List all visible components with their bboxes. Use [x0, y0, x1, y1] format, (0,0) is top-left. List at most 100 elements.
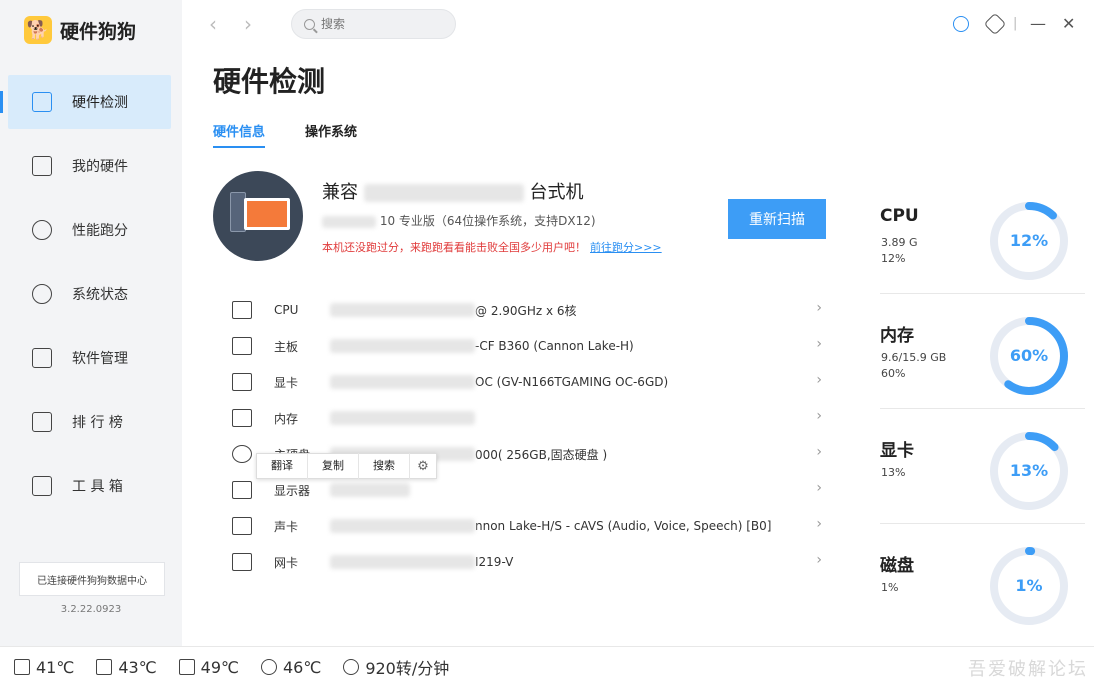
sidebar-item-label: 系统状态 [72, 287, 128, 303]
stat-name: 磁盘 [880, 556, 914, 576]
sidebar-item-hardware-detect[interactable]: 硬件检测 [0, 75, 171, 129]
cpu-icon [232, 301, 252, 319]
stat-name: 内存 [880, 326, 914, 346]
hardware-row-cpu[interactable]: CPU @ 2.90GHz x 6核 › [232, 292, 832, 328]
redacted-os [322, 215, 376, 228]
display-icon [232, 481, 252, 499]
sidebar-item-label: 我的硬件 [72, 159, 128, 175]
translate-menu-item[interactable]: 翻译 [257, 453, 308, 479]
benchmark-link[interactable]: 前往跑分>>> [590, 241, 662, 254]
copy-menu-item[interactable]: 复制 [308, 453, 359, 479]
ring-value: 60% [1009, 346, 1049, 365]
stat-line-1: 9.6/15.9 GB [881, 351, 947, 364]
disk-temp: 46℃ [260, 658, 321, 677]
benchmark-promo: 本机还没跑过分，来跑跑看看能击败全国多少用户吧！ 前往跑分>>> [322, 239, 662, 255]
settings-icon[interactable] [983, 12, 1007, 36]
memory-icon [232, 409, 252, 427]
pc-name-prefix: 兼容 [322, 182, 358, 203]
sidebar-item-label: 硬件检测 [72, 95, 128, 111]
hardware-value: I219-V [475, 555, 514, 569]
board-temp: 43℃ [96, 657, 157, 677]
rescan-button[interactable]: 重新扫描 [728, 199, 826, 239]
sidebar-item-ranking[interactable]: 排 行 榜 [8, 395, 171, 449]
chevron-right-icon: › [816, 516, 822, 532]
hardware-value: -CF B360 (Cannon Lake-H) [475, 339, 634, 353]
gear-icon[interactable]: ⚙ [410, 453, 436, 479]
hardware-label: 显卡 [274, 375, 299, 390]
ring-value: 13% [1009, 461, 1049, 480]
tab-os[interactable]: 操作系统 [305, 121, 357, 148]
selection-context-menu: 翻译 复制 搜索 ⚙ [256, 453, 437, 479]
sidebar-item-label: 工 具 箱 [72, 479, 123, 495]
temp-value: 41℃ [36, 657, 75, 677]
disk-icon [232, 445, 252, 463]
promo-text: 本机还没跑过分，来跑跑看看能击败全国多少用户吧！ [322, 241, 586, 254]
hardware-row-network[interactable]: 网卡 I219-V › [232, 544, 832, 580]
gauge-icon [32, 220, 52, 240]
tab-bar: 硬件信息 操作系统 [213, 121, 397, 148]
chevron-right-icon: › [816, 480, 822, 496]
status-footer: 41℃ 43℃ 49℃ 46℃ 920转/分钟 吾爱破解论坛 [0, 646, 1094, 687]
redacted-value [330, 339, 475, 353]
hardware-label: 内存 [274, 411, 299, 426]
pc-os: 10 专业版（64位操作系统，支持DX12) [322, 212, 596, 229]
connection-status: 已连接硬件狗狗数据中心 [19, 562, 165, 596]
minimize-button[interactable]: — [1030, 14, 1046, 33]
chevron-right-icon: › [816, 552, 822, 568]
sidebar: 🐕 硬件狗狗 硬件检测 我的硬件 性能跑分 系统状态 软件管理 排 行 榜 工 … [0, 0, 182, 646]
temp-value: 43℃ [118, 657, 157, 677]
close-button[interactable]: ✕ [1062, 14, 1075, 33]
temp-value: 49℃ [200, 657, 239, 677]
chevron-right-icon: › [816, 444, 822, 460]
stat-memory: 内存 9.6/15.9 GB 60% 60% [880, 309, 1085, 409]
sidebar-item-toolbox[interactable]: 工 具 箱 [8, 459, 171, 513]
hardware-row-sound[interactable]: 声卡 nnon Lake-H/S - cAVS (Audio, Voice, S… [232, 508, 832, 544]
pc-monitor-icon [244, 198, 290, 230]
hardware-value: OC (GV-N166TGAMING OC-6GD) [475, 375, 669, 389]
forward-button[interactable]: › [244, 12, 252, 36]
back-button[interactable]: ‹ [209, 12, 217, 36]
stat-line-1: 1% [881, 581, 899, 594]
stat-line-1: 3.89 G [881, 236, 918, 249]
hardware-row-memory[interactable]: 内存 › [232, 400, 832, 436]
page-title: 硬件检测 [213, 65, 326, 98]
stat-name: 显卡 [880, 441, 914, 461]
sidebar-item-software[interactable]: 软件管理 [8, 331, 171, 385]
dog-logo-icon: 🐕 [24, 16, 52, 44]
apps-grid-icon [32, 348, 52, 368]
tab-hardware-info[interactable]: 硬件信息 [213, 121, 266, 148]
sidebar-item-label: 软件管理 [72, 351, 128, 367]
sidebar-item-my-hardware[interactable]: 我的硬件 [8, 139, 171, 193]
search-input[interactable] [321, 17, 441, 31]
stat-line-1: 13% [881, 466, 906, 479]
hardware-row-gpu[interactable]: 显卡 OC (GV-N166TGAMING OC-6GD) › [232, 364, 832, 400]
hardware-label: 主板 [274, 339, 299, 354]
app-version: 3.2.22.0923 [60, 604, 122, 615]
fan-icon [343, 659, 360, 675]
redacted-value [330, 483, 410, 497]
chevron-right-icon: › [816, 372, 822, 388]
toolbox-icon [32, 476, 52, 496]
sidebar-item-label: 性能跑分 [72, 223, 128, 239]
stat-gpu: 显卡 13% 13% [880, 424, 1085, 524]
chevron-right-icon: › [816, 408, 822, 424]
hardware-label: 显示器 [274, 483, 311, 498]
user-icon[interactable] [953, 16, 969, 32]
hardware-row-motherboard[interactable]: 主板 -CF B360 (Cannon Lake-H) › [232, 328, 832, 364]
app-name: 硬件狗狗 [60, 20, 137, 43]
pc-name-suffix: 台式机 [529, 182, 584, 203]
redacted-value [330, 555, 475, 569]
pc-os-text: 10 专业版（64位操作系统，支持DX12) [379, 214, 596, 228]
search-icon [304, 18, 315, 30]
toolbar-divider: | [1013, 16, 1018, 31]
sidebar-item-system-status[interactable]: 系统状态 [8, 267, 171, 321]
gpu-temp-icon [178, 659, 195, 675]
search-box[interactable] [291, 9, 456, 39]
bar-chart-icon [32, 412, 52, 432]
redacted-value [330, 375, 475, 389]
sidebar-item-benchmark[interactable]: 性能跑分 [8, 203, 171, 257]
search-menu-item[interactable]: 搜索 [359, 453, 410, 479]
chevron-right-icon: › [816, 336, 822, 352]
network-icon [232, 553, 252, 571]
hardware-list: CPU @ 2.90GHz x 6核 › 主板 -CF B360 (Cannon… [232, 292, 832, 580]
